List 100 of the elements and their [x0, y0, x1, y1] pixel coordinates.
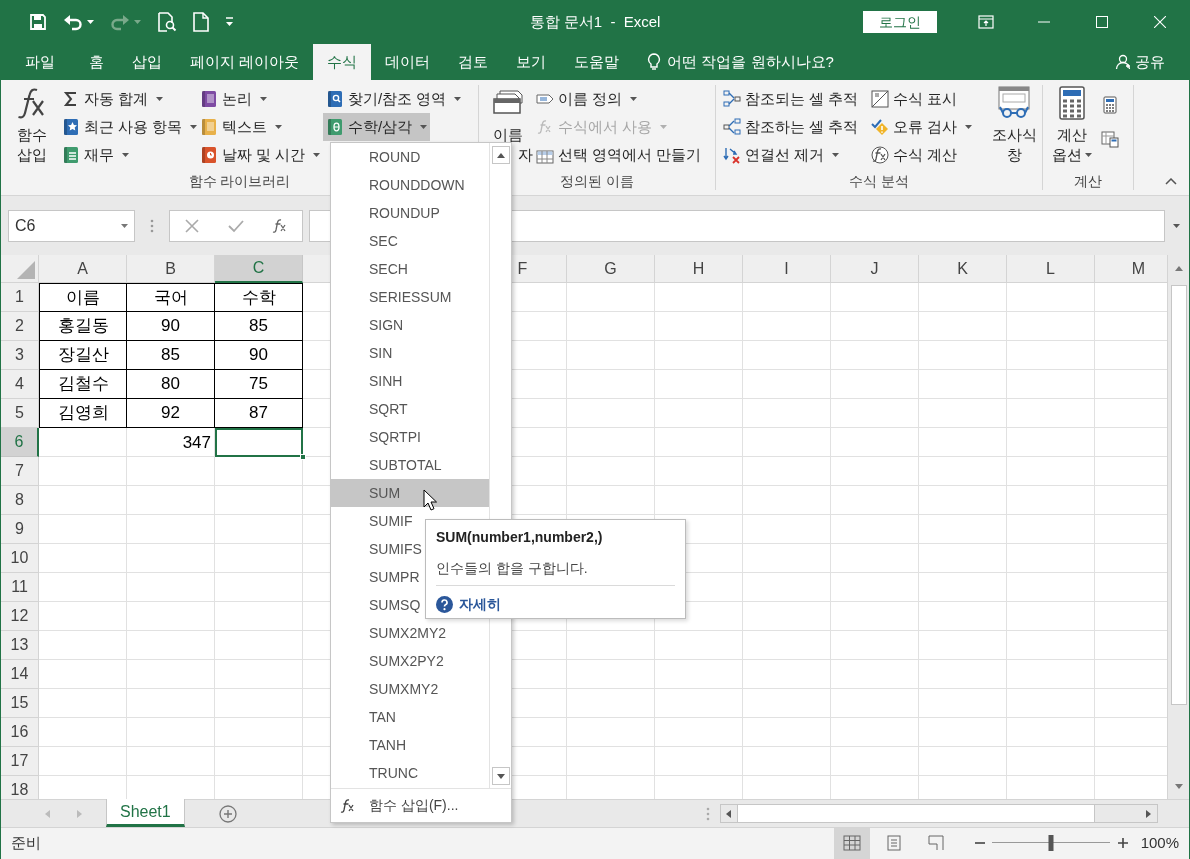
column-header[interactable]: J — [831, 255, 919, 283]
scroll-down-button[interactable] — [491, 767, 510, 785]
table-cell[interactable]: 347 — [127, 428, 215, 457]
row-header[interactable]: 11 — [1, 573, 39, 602]
ribbon-tab[interactable]: 홈 — [75, 44, 118, 80]
scroll-up-button[interactable] — [491, 146, 510, 164]
table-cell[interactable]: 75 — [215, 370, 303, 399]
row-header[interactable]: 9 — [1, 515, 39, 544]
zoom-slider[interactable] — [991, 835, 1110, 851]
row-header[interactable]: 14 — [1, 660, 39, 689]
ribbon-button[interactable]: 수식 계산 — [868, 141, 961, 169]
ribbon-tab[interactable]: 페이지 레이아웃 — [176, 44, 314, 80]
column-header[interactable]: K — [919, 255, 1007, 283]
more-info-link[interactable]: 자세히 — [459, 594, 501, 615]
row-header[interactable]: 7 — [1, 457, 39, 486]
menu-item[interactable]: SUBTOTAL — [331, 451, 489, 479]
ribbon-tab[interactable]: 데이터 — [371, 44, 445, 80]
row-header[interactable]: 15 — [1, 689, 39, 718]
tell-me-search[interactable]: 어떤 작업을 원하시나요? — [647, 44, 834, 80]
row-header[interactable]: 1 — [1, 283, 39, 312]
menu-item[interactable]: ROUND — [331, 143, 489, 171]
menu-item[interactable]: ROUNDDOWN — [331, 171, 489, 199]
menu-button[interactable]: 논리 — [197, 85, 270, 113]
table-cell[interactable]: 85 — [127, 341, 215, 370]
menu-item[interactable]: SINH — [331, 367, 489, 395]
menu-item[interactable]: SIN — [331, 339, 489, 367]
menu-button[interactable]: 수학/삼각 — [323, 113, 431, 141]
menu-item[interactable]: TAN — [331, 703, 489, 731]
table-cell[interactable]: 92 — [127, 399, 215, 428]
calculation-options-button[interactable]: 계산 옵션 — [1047, 85, 1097, 171]
menu-item[interactable]: ROUNDUP — [331, 199, 489, 227]
table-cell[interactable]: 홍길동 — [39, 312, 127, 341]
column-header[interactable]: G — [567, 255, 655, 283]
row-header[interactable]: 13 — [1, 631, 39, 660]
menu-button[interactable]: 자동 합계 — [59, 85, 167, 113]
slider-thumb[interactable] — [1048, 835, 1054, 851]
row-header[interactable]: 6 — [1, 428, 39, 457]
table-cell[interactable]: 장길산 — [39, 341, 127, 370]
row-header[interactable]: 17 — [1, 747, 39, 776]
row-header[interactable]: 16 — [1, 718, 39, 747]
column-header[interactable]: I — [743, 255, 831, 283]
column-header[interactable]: C — [215, 255, 303, 283]
name-box[interactable]: C6 — [8, 209, 135, 242]
row-header[interactable]: 10 — [1, 544, 39, 573]
menu-item[interactable]: SUMXMY2 — [331, 675, 489, 703]
ribbon-tab[interactable]: 삽입 — [118, 44, 176, 80]
ribbon-tab[interactable]: 보기 — [502, 44, 561, 80]
menu-item[interactable]: SIGN — [331, 311, 489, 339]
ribbon-button[interactable]: 참조되는 셀 추적 — [720, 85, 862, 113]
table-cell[interactable]: 김철수 — [39, 370, 127, 399]
table-cell[interactable]: 국어 — [127, 283, 215, 312]
column-header[interactable]: M — [1095, 255, 1167, 283]
menu-item[interactable]: TRUNC — [331, 759, 489, 787]
menu-item[interactable]: SEC — [331, 227, 489, 255]
menu-button[interactable]: 오류 검사 — [868, 113, 976, 141]
row-header[interactable]: 18 — [1, 776, 39, 799]
menu-button[interactable]: 찾기/참조 영역 — [323, 85, 465, 113]
row-header[interactable]: 8 — [1, 486, 39, 515]
column-header[interactable]: H — [655, 255, 743, 283]
menu-button[interactable]: 연결선 제거 — [720, 141, 843, 169]
menu-item[interactable]: SUMX2PY2 — [331, 647, 489, 675]
row-header[interactable]: 2 — [1, 312, 39, 341]
menu-button[interactable]: 이름 정의 — [533, 85, 641, 113]
vertical-scrollbar[interactable] — [1167, 255, 1189, 799]
ribbon-button[interactable]: 선택 영역에서 만들기 — [533, 141, 705, 169]
menu-button[interactable]: 날짜 및 시간 — [197, 141, 324, 169]
ribbon-tab[interactable]: 파일 — [11, 44, 69, 80]
ribbon-tab[interactable]: 수식 — [313, 44, 372, 80]
table-cell[interactable]: 김영희 — [39, 399, 127, 428]
menu-item[interactable]: SUMX2MY2 — [331, 619, 489, 647]
menu-button[interactable]: 재무 — [59, 141, 132, 169]
column-header[interactable]: L — [1007, 255, 1095, 283]
row-header[interactable]: 4 — [1, 370, 39, 399]
menu-item[interactable]: SQRT — [331, 395, 489, 423]
menu-item[interactable]: SQRTPI — [331, 423, 489, 451]
table-cell[interactable]: 90 — [127, 312, 215, 341]
ribbon-button[interactable]: 수식 표시 — [868, 85, 961, 113]
row-header[interactable]: 12 — [1, 602, 39, 631]
menu-item[interactable]: TANH — [331, 731, 489, 759]
table-cell[interactable]: 87 — [215, 399, 303, 428]
share-button[interactable]: 공유 — [1115, 44, 1165, 80]
insert-function-item[interactable]: 함수 삽입(F)... — [331, 788, 511, 822]
menu-item[interactable]: SERIESSUM — [331, 283, 489, 311]
normal-view-button[interactable] — [833, 827, 870, 859]
login-button[interactable]: 로그인 — [863, 11, 937, 33]
table-cell[interactable]: 수학 — [215, 283, 303, 312]
ribbon-tab[interactable]: 도움말 — [560, 44, 634, 80]
insert-function-button[interactable]: 함수 삽입 — [5, 85, 59, 171]
active-cell[interactable] — [215, 428, 303, 457]
horizontal-scrollbar[interactable] — [719, 804, 1158, 823]
column-header[interactable]: A — [39, 255, 127, 283]
watch-window-button[interactable]: 조사식 창 — [988, 85, 1040, 171]
row-header[interactable]: 5 — [1, 399, 39, 428]
row-header[interactable]: 3 — [1, 341, 39, 370]
scrollbar-thumb[interactable] — [1170, 285, 1187, 705]
menu-item[interactable]: SUM — [331, 479, 489, 507]
table-cell[interactable]: 80 — [127, 370, 215, 399]
scrollbar-thumb[interactable] — [736, 805, 1095, 822]
ribbon-tab[interactable]: 검토 — [444, 44, 503, 80]
table-cell[interactable]: 이름 — [39, 283, 127, 312]
